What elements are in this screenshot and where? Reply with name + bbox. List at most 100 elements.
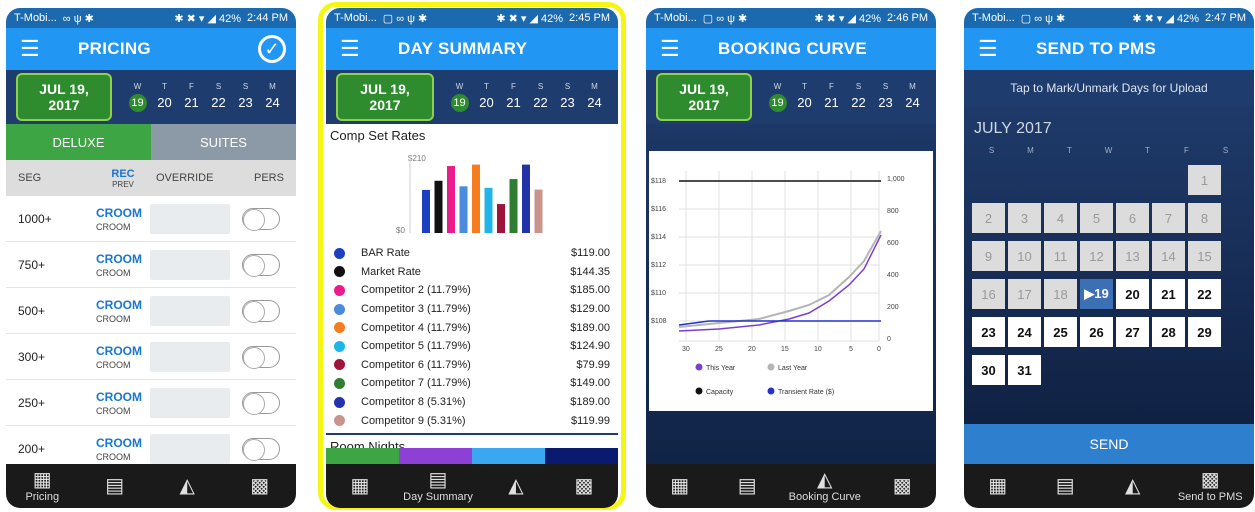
- nav-send-to-pms[interactable]: ▩ Send to PMS: [1170, 469, 1250, 503]
- nav-pricing[interactable]: ▦: [650, 475, 710, 497]
- nav-pricing[interactable]: ▦: [330, 475, 390, 497]
- day-item[interactable]: W 19: [124, 82, 151, 112]
- comp-bar: [522, 164, 530, 233]
- day-letter: M: [269, 82, 276, 91]
- calendar-day[interactable]: 26: [1080, 317, 1113, 347]
- day-number: 19: [768, 94, 787, 112]
- pricing-icon: ▦: [32, 469, 52, 491]
- x-tick: 10: [814, 346, 822, 353]
- day-item[interactable]: S 23: [232, 82, 259, 112]
- override-input[interactable]: [150, 249, 230, 280]
- upload-hint: Tap to Mark/Unmark Days for Upload: [964, 70, 1254, 106]
- nav-day-summary[interactable]: ▤: [1035, 475, 1095, 497]
- pers-toggle[interactable]: [242, 437, 280, 461]
- calendar-day[interactable]: 22: [1188, 279, 1221, 309]
- pers-toggle[interactable]: [242, 253, 280, 277]
- calendar-day[interactable]: ▶19: [1080, 279, 1113, 309]
- day-item[interactable]: W 19: [446, 82, 473, 112]
- day-item[interactable]: M 24: [259, 82, 286, 112]
- nav-send-to-pms[interactable]: ▩: [554, 475, 614, 497]
- nav-day-summary[interactable]: ▤: [85, 475, 145, 497]
- tab-deluxe[interactable]: DELUXE: [6, 124, 151, 160]
- day-item[interactable]: S 22: [527, 82, 554, 112]
- calendar-day[interactable]: 21: [1152, 279, 1185, 309]
- day-item[interactable]: S 23: [554, 82, 581, 112]
- nav-send-to-pms[interactable]: ▩: [872, 475, 932, 497]
- override-input[interactable]: [150, 341, 230, 372]
- calendar-day[interactable]: 31: [1008, 355, 1041, 385]
- rec-cell: CROOM CROOM: [96, 252, 150, 278]
- day-number: 22: [851, 95, 866, 110]
- calendar-day: 1: [1188, 165, 1221, 195]
- override-input[interactable]: [150, 203, 230, 234]
- nav-booking-curve[interactable]: ◭: [157, 475, 217, 497]
- day-item[interactable]: M 24: [899, 82, 926, 112]
- legend-name: Competitor 5 (11.79%): [361, 340, 471, 353]
- legend-label: Last Year: [778, 365, 808, 372]
- nav-label: Booking Curve: [788, 491, 861, 503]
- override-input[interactable]: [150, 387, 230, 418]
- nav-send-to-pms[interactable]: ▩: [230, 475, 290, 497]
- legend-swatch: [767, 363, 775, 371]
- day-item[interactable]: S 22: [845, 82, 872, 112]
- date-button[interactable]: JUL 19, 2017: [656, 73, 752, 121]
- day-item[interactable]: F 21: [818, 82, 845, 112]
- nav-day-summary[interactable]: ▤ Day Summary: [398, 469, 478, 503]
- day-item[interactable]: T 20: [791, 82, 818, 112]
- calendar-day[interactable]: 25: [1044, 317, 1077, 347]
- day-letter: S: [215, 82, 222, 91]
- nav-day-summary[interactable]: ▤: [717, 475, 777, 497]
- day-item[interactable]: T 20: [151, 82, 178, 112]
- calendar-day[interactable]: 24: [1008, 317, 1041, 347]
- day-item[interactable]: F 21: [178, 82, 205, 112]
- nav-booking-curve[interactable]: ◭: [1103, 475, 1163, 497]
- nav-pricing[interactable]: ▦ Pricing: [12, 469, 72, 503]
- pers-toggle[interactable]: [242, 391, 280, 415]
- pricing-icon: ▦: [670, 475, 690, 497]
- calendar-day[interactable]: 23: [972, 317, 1005, 347]
- menu-icon[interactable]: ☰: [978, 36, 1018, 62]
- legend-value: $124.90: [570, 340, 610, 353]
- nav-booking-curve[interactable]: ◭: [486, 475, 546, 497]
- day-letter: S: [564, 82, 571, 91]
- calendar-day[interactable]: 29: [1188, 317, 1221, 347]
- calendar-day[interactable]: 30: [972, 355, 1005, 385]
- comp-set-legend: BAR Rate $119.00 Market Rate $144.35 Competi…: [326, 244, 618, 430]
- date-button[interactable]: JUL 19, 2017: [16, 73, 112, 121]
- day-item[interactable]: S 22: [205, 82, 232, 112]
- menu-icon[interactable]: ☰: [660, 36, 700, 62]
- pers-toggle[interactable]: [242, 299, 280, 323]
- day-item[interactable]: M 24: [581, 82, 608, 112]
- day-item[interactable]: S 23: [872, 82, 899, 112]
- calendar-day[interactable]: 28: [1152, 317, 1185, 347]
- override-input[interactable]: [150, 433, 230, 464]
- day-letter: W: [773, 82, 782, 91]
- nav-booking-curve[interactable]: ◭ Booking Curve: [785, 469, 865, 503]
- legend-value: $144.35: [570, 265, 610, 278]
- legend-swatch: [767, 387, 775, 395]
- date-button[interactable]: JUL 19, 2017: [336, 73, 434, 121]
- menu-icon[interactable]: ☰: [340, 36, 380, 62]
- prev-value: CROOM: [96, 267, 131, 278]
- bottom-nav: ▦ ▤ Day Summary ◭ ▩: [326, 464, 618, 508]
- pers-toggle[interactable]: [242, 207, 280, 231]
- send-button[interactable]: SEND: [964, 424, 1254, 464]
- legend-dot: [334, 396, 345, 408]
- day-item[interactable]: F 21: [500, 82, 527, 112]
- table-row: 500+ CROOM CROOM: [6, 288, 296, 334]
- day-letter: M: [909, 82, 916, 91]
- day-item[interactable]: T 20: [473, 82, 500, 112]
- calendar-day[interactable]: 20: [1116, 279, 1149, 309]
- comp-bar: [497, 204, 505, 233]
- page-title: PRICING: [78, 39, 151, 58]
- pers-toggle[interactable]: [242, 345, 280, 369]
- tab-suites[interactable]: SUITES: [151, 124, 296, 160]
- menu-icon[interactable]: ☰: [20, 36, 60, 62]
- nav-pricing[interactable]: ▦: [968, 475, 1028, 497]
- x-tick: 30: [682, 346, 690, 353]
- check-icon[interactable]: ✓: [258, 35, 286, 63]
- override-input[interactable]: [150, 295, 230, 326]
- calendar-icon: ▩: [574, 475, 594, 497]
- calendar-day[interactable]: 27: [1116, 317, 1149, 347]
- day-item[interactable]: W 19: [764, 82, 791, 112]
